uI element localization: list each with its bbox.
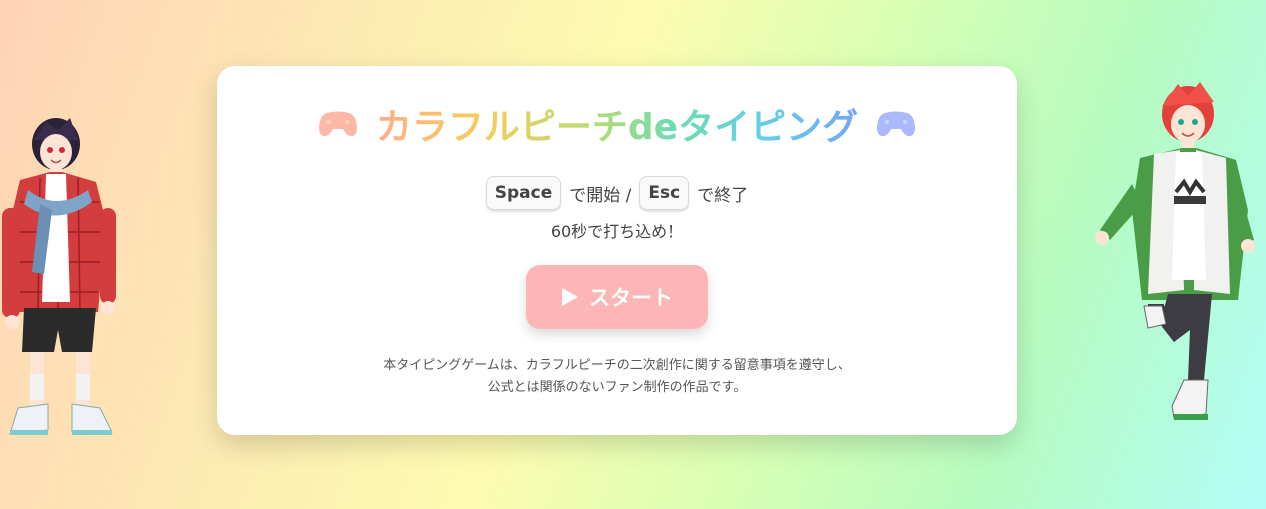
disclaimer: 本タイピングゲームは、カラフルピーチの二次創作に関する留意事項を遵守し、 公式と…	[217, 355, 1017, 399]
main-card: カラフルピーチdeタイピング Space で開始 / Esc で終了 60秒で打…	[217, 66, 1017, 435]
character-left-illustration	[2, 118, 116, 435]
title-row: カラフルピーチdeタイピング	[217, 94, 1017, 154]
disclaimer-line-2: 公式とは関係のないファン制作の作品です。	[487, 380, 747, 395]
space-key-badge: Space	[485, 176, 562, 210]
character-right-illustration	[1095, 82, 1255, 420]
end-hint-text: で終了	[697, 185, 749, 206]
controls-hint: Space で開始 / Esc で終了	[217, 176, 1017, 210]
disclaimer-line-1: 本タイピングゲームは、カラフルピーチの二次創作に関する留意事項を遵守し、	[383, 358, 851, 373]
esc-key-badge: Esc	[639, 176, 690, 210]
tagline: 60秒で打ち込め！	[550, 222, 684, 241]
gamepad-icon	[318, 111, 357, 137]
start-hint-text: で開始 /	[569, 185, 632, 206]
start-button[interactable]: スタート	[526, 265, 708, 329]
start-button-label: スタート	[589, 286, 673, 310]
page-title: カラフルピーチdeタイピング	[376, 98, 858, 150]
play-icon	[562, 288, 578, 306]
gamepad-icon	[877, 111, 916, 137]
